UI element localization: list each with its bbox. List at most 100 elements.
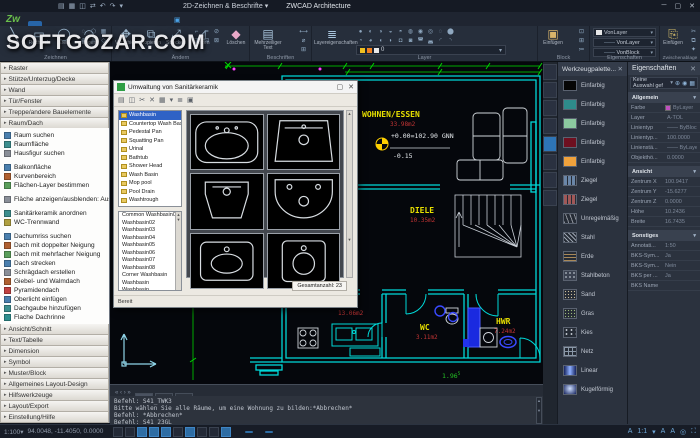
fixture-list-item[interactable]: Corner Washbasin — [119, 272, 181, 280]
layer-dropdown[interactable]: 0 ▾ — [356, 45, 506, 55]
layer-state-icon[interactable]: ● — [356, 28, 365, 36]
draw-tool-button[interactable]: ▭ Rechteck — [28, 27, 50, 46]
dialog-toolbar-icon[interactable]: ▣ — [187, 96, 194, 104]
status-toggle-icon[interactable] — [125, 427, 135, 437]
layer-state-icon[interactable]: ◒ — [386, 28, 395, 36]
palette-item[interactable]: Gras — [558, 304, 627, 323]
fixture-list-item[interactable]: Washbasin — [119, 280, 181, 288]
palette-item[interactable]: Linear — [558, 361, 627, 380]
palette-header[interactable]: Werkzeugpalette... ✕ — [558, 62, 627, 76]
layout-tab[interactable] — [135, 393, 153, 396]
select-objects-icon[interactable]: ⊕ — [675, 80, 680, 87]
dialog-toolbar-icon[interactable]: ▾ — [170, 96, 174, 104]
dialog-toolbar-icon[interactable]: ✕ — [149, 96, 155, 104]
status-toggle[interactable] — [275, 431, 283, 433]
minimize-button[interactable]: ─ — [662, 2, 667, 10]
modify-tool-button[interactable]: ✥ Verschieben — [115, 27, 137, 46]
status-toggle[interactable] — [235, 431, 243, 433]
palette-item[interactable]: Einfarbig — [558, 152, 627, 171]
modify-tool-button[interactable]: ⤢ Strecken — [165, 27, 187, 46]
properties-header[interactable]: Eigenschaften ✕ — [628, 62, 700, 75]
selection-dropdown[interactable]: Keine Auswahl gef ▾ ⊕ ◉ ▦ — [630, 77, 698, 89]
toggle-value-icon[interactable]: ▦ — [689, 80, 695, 87]
status-toggle-icon[interactable] — [221, 427, 231, 437]
property-row[interactable]: Höhe 10.2436 — [628, 207, 700, 217]
sidebar-item[interactable]: Sanitärkeramik anordnen — [0, 209, 109, 218]
preview-tile-round-basin[interactable] — [267, 173, 341, 229]
vertical-panel-tab[interactable] — [543, 118, 557, 134]
mtext-button[interactable]: ▤ Mehrzeiliger Text — [253, 27, 283, 51]
scale-indicator[interactable]: 1:100▾ — [4, 428, 24, 436]
status-toggle[interactable] — [245, 431, 253, 433]
vertical-panel-tab[interactable] — [543, 154, 557, 170]
sidebar-item[interactable]: Oberlicht einfügen — [0, 295, 109, 304]
status-toggle-icon[interactable] — [185, 427, 195, 437]
fixture-category[interactable]: Bathtub — [119, 154, 181, 163]
sidebar-section-header[interactable]: ▸ Treppe/andere Bauelemente — [0, 106, 109, 117]
palette-item[interactable]: Stahl — [558, 228, 627, 247]
dialog-toolbar-icon[interactable]: ▤ — [118, 96, 125, 104]
status-toggle-icon[interactable] — [209, 427, 219, 437]
quick-select-icon[interactable]: ◉ — [682, 80, 687, 87]
layer-state-icon[interactable]: ◑ — [376, 28, 385, 36]
erase-button[interactable]: ◆ Löschen — [225, 27, 247, 46]
status-toggle-icon[interactable] — [161, 427, 171, 437]
dimension-icon[interactable]: ⌀ — [299, 37, 308, 45]
fixture-category[interactable]: Washbasin — [119, 111, 181, 120]
layer-properties-button[interactable]: ≣ Layereigenschaften — [314, 27, 350, 46]
palette-item[interactable]: Ziegel — [558, 171, 627, 190]
insert-block-button[interactable]: ▣ Einfügen — [542, 27, 564, 46]
preview-scrollbar[interactable]: ▲▼ — [346, 110, 353, 278]
palette-item[interactable]: Unregelmäßig — [558, 209, 627, 228]
palette-item[interactable]: Einfarbig — [558, 76, 627, 95]
property-row[interactable]: Zentrum X 100.9417 — [628, 177, 700, 187]
close-icon[interactable]: ✕ — [618, 65, 623, 73]
status-toggle-icon[interactable] — [173, 427, 183, 437]
property-row[interactable]: BKS Name — [628, 281, 700, 291]
property-row[interactable]: Annotati... 1:50 — [628, 241, 700, 251]
annotation-status-icon[interactable]: A — [661, 428, 666, 436]
sidebar-section-header[interactable]: ▸ Muster/Block — [0, 368, 109, 379]
quick-access-icon[interactable]: ▦ — [69, 2, 76, 10]
property-dropdown[interactable]: VonLayer ▾ — [593, 38, 656, 47]
palette-item[interactable]: Einfarbig — [558, 133, 627, 152]
fixture-category[interactable]: Countertop Wash Basin — [119, 120, 181, 129]
vertical-panel-tab[interactable] — [543, 190, 557, 206]
property-row[interactable]: Linientyp ByBlock — [628, 123, 700, 133]
dimension-icon[interactable]: ⟷ — [299, 28, 308, 36]
status-toggle-icon[interactable] — [137, 427, 147, 437]
dialog-toolbar-icon[interactable]: ◫ — [129, 96, 136, 104]
status-toggle-icon[interactable] — [149, 427, 159, 437]
layer-state-icon[interactable]: ◝ — [446, 37, 455, 45]
layer-state-icon[interactable]: ◔ — [356, 37, 365, 45]
fixture-category[interactable]: Urinal — [119, 145, 181, 154]
sidebar-item[interactable]: WC-Trennwand — [0, 218, 109, 227]
fixture-category[interactable]: Pedestal Pan — [119, 128, 181, 137]
status-toggle[interactable] — [265, 431, 273, 433]
quick-access-icon[interactable]: ↷ — [110, 2, 116, 10]
layer-state-icon[interactable]: ◖ — [376, 37, 385, 45]
maximize-button[interactable]: ▢ — [675, 2, 682, 10]
clipboard-small-icon[interactable]: ✂ — [689, 28, 698, 36]
palette-item[interactable]: Einfarbig — [558, 95, 627, 114]
property-row[interactable]: Farbe ByLayer — [628, 103, 700, 113]
sidebar-item[interactable]: Balkonfläche — [0, 163, 109, 172]
fixture-list-item[interactable]: Washbasin06 — [119, 250, 181, 258]
layer-state-icon[interactable]: ◍ — [406, 28, 415, 36]
fixture-list-item[interactable]: Washbasin08 — [119, 265, 181, 273]
sidebar-section-header[interactable]: ▸ Einstellung/Hilfe — [0, 412, 109, 423]
property-row[interactable]: Zentrum Z 0.0000 — [628, 197, 700, 207]
layer-state-icon[interactable]: ◛ — [426, 37, 435, 45]
layer-state-icon[interactable]: ◘ — [396, 37, 405, 45]
sidebar-item[interactable]: Dachumriss suchen — [0, 232, 109, 241]
close-button[interactable]: ✕ — [689, 2, 695, 10]
draw-tool-button[interactable]: ◯ Kreis — [53, 27, 75, 46]
layer-state-icon[interactable]: ◓ — [396, 28, 405, 36]
palette-item[interactable]: Kugelförmig — [558, 380, 627, 399]
ribbon-extra-icon[interactable]: ▣ — [168, 14, 187, 26]
palette-item[interactable]: Sand — [558, 285, 627, 304]
annotation-status-icon[interactable]: ⛶ — [691, 428, 696, 436]
property-dropdown[interactable]: VonLayer ▾ — [593, 28, 656, 37]
command-scrollbar[interactable]: ▲▼ — [536, 397, 542, 424]
sidebar-section-header[interactable]: ▸ Hilfswerkzeuge — [0, 390, 109, 401]
